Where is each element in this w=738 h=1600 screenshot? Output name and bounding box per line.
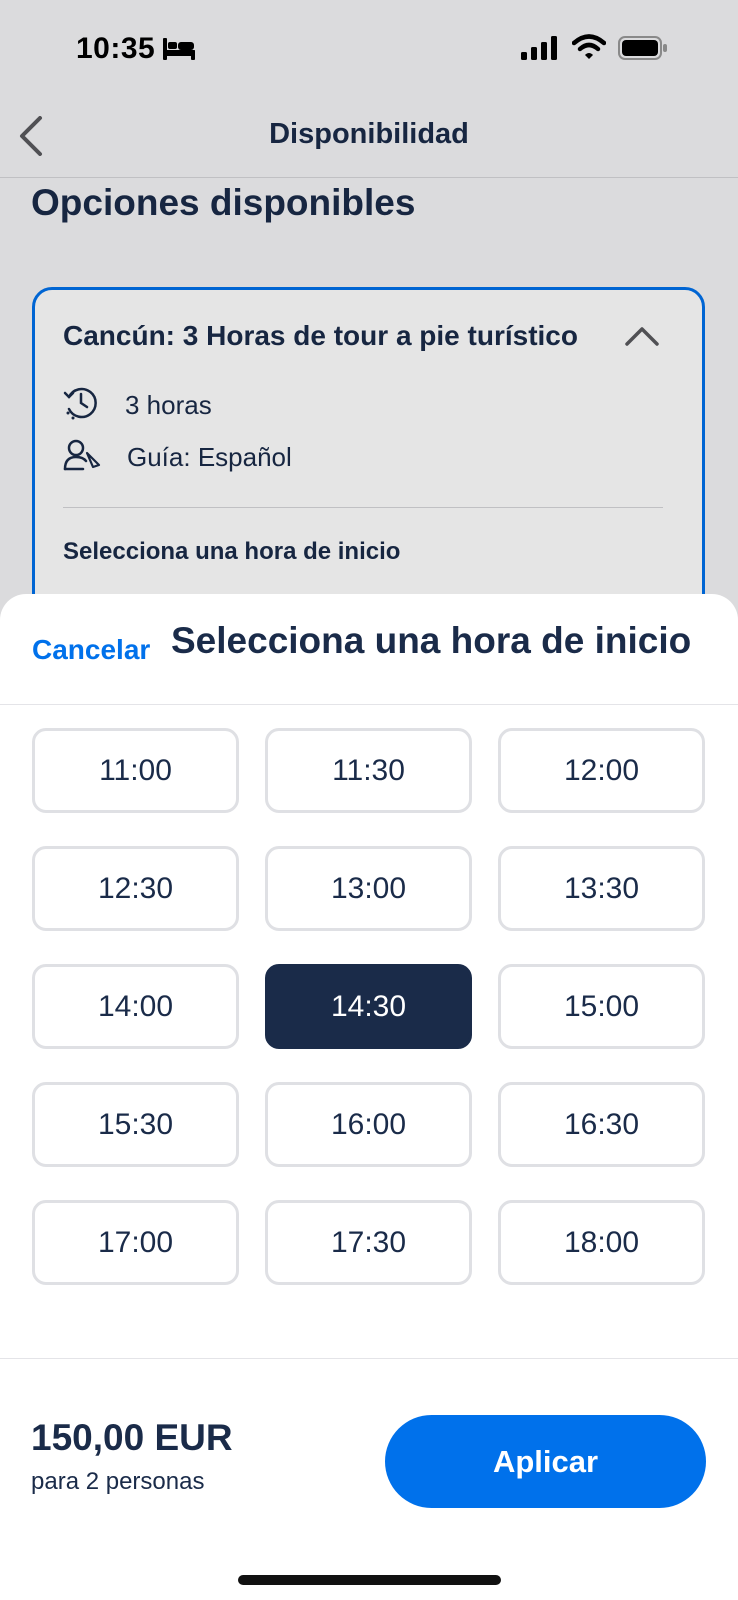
- time-slot-button[interactable]: 12:30: [32, 846, 239, 931]
- time-slot-grid: 11:00 11:30 12:00 12:30 13:00 13:30 14:00 14:30…: [32, 728, 705, 1285]
- cancel-button[interactable]: Cancelar: [32, 634, 150, 666]
- price-note: para 2 personas: [31, 1468, 205, 1495]
- sheet-title: Selecciona una hora de inicio: [171, 620, 692, 661]
- home-indicator: [238, 1575, 501, 1585]
- time-slot-button[interactable]: 18:00: [498, 1200, 705, 1285]
- time-slot-button[interactable]: 15:00: [498, 964, 705, 1049]
- time-slot-button[interactable]: 15:30: [32, 1082, 239, 1167]
- time-slot-button[interactable]: 14:00: [32, 964, 239, 1049]
- time-slot-button[interactable]: 13:30: [498, 846, 705, 931]
- time-slot-button[interactable]: 16:00: [265, 1082, 472, 1167]
- time-slot-button[interactable]: 17:00: [32, 1200, 239, 1285]
- sheet-header: Cancelar Selecciona una hora de inicio: [0, 594, 738, 705]
- footer: 150,00 EUR para 2 personas Aplicar: [0, 1358, 738, 1600]
- price: 150,00 EUR: [31, 1417, 233, 1458]
- time-slot-button[interactable]: 17:30: [265, 1200, 472, 1285]
- time-slot-button[interactable]: 14:30: [265, 964, 472, 1049]
- time-slot-button[interactable]: 11:30: [265, 728, 472, 813]
- time-slot-button[interactable]: 13:00: [265, 846, 472, 931]
- time-slot-button[interactable]: 16:30: [498, 1082, 705, 1167]
- time-picker-sheet: Cancelar Selecciona una hora de inicio 1…: [0, 594, 738, 1600]
- time-slot-button[interactable]: 11:00: [32, 728, 239, 813]
- time-slot-button[interactable]: 12:00: [498, 728, 705, 813]
- apply-button[interactable]: Aplicar: [385, 1415, 706, 1508]
